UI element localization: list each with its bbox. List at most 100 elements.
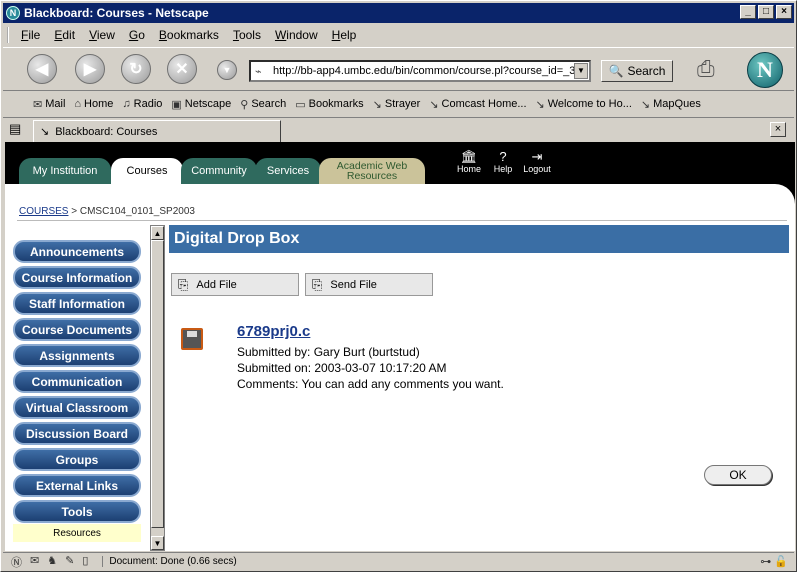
url-field[interactable]: ⌁ http://bb-app4.umbc.edu/bin/common/cou…	[249, 60, 591, 82]
composer-icon[interactable]: ✎	[65, 554, 74, 570]
connection-lock-icon: ⊶ 🔓	[760, 556, 788, 568]
comments: Comments: You can add any comments you w…	[237, 377, 504, 391]
personal-item-search[interactable]: ⚲ Search	[240, 98, 286, 111]
frame-scrollbar[interactable]: ▲ ▼	[150, 225, 165, 551]
netscape-icon: N	[6, 6, 20, 20]
personal-item-mapquest[interactable]: ↘ MapQues	[641, 98, 701, 111]
tab-services[interactable]: Services	[255, 158, 321, 184]
bookmark-icon: ↘	[640, 98, 651, 111]
bookmark-icon: ↘	[40, 126, 50, 138]
personal-toolbar: ✉ Mail ⌂ Home ♫ Radio ▣ Netscape ⚲ Search ▭ Bo…	[3, 93, 794, 115]
my-netscape-icon: ▣	[171, 98, 182, 111]
page-icon: ⌁	[255, 66, 262, 78]
sidebar-item-tools[interactable]: Tools	[13, 500, 141, 523]
navigation-toolbar: ◀ ▶ ↻ ✕ ▼ ⌁ http://bb-app4.umbc.edu/bin/…	[3, 47, 794, 91]
sidebar-item-staff-information[interactable]: Staff Information	[13, 292, 141, 315]
aim-icon[interactable]: ♞	[47, 554, 57, 570]
submitted-by: Submitted by: Gary Burt (burtstud)	[237, 345, 420, 359]
floppy-disk-icon	[181, 328, 203, 350]
browser-window: N Blackboard: Courses - Netscape _ □ × F…	[0, 0, 797, 572]
main-frame: Digital Drop Box ⎘ Add File ⎘ Send File …	[169, 225, 789, 551]
sidebar-item-groups[interactable]: Groups	[13, 448, 141, 471]
menu-bar: File Edit View Go Bookmarks Tools Window…	[3, 25, 794, 45]
stop-button[interactable]: ✕	[167, 54, 197, 84]
blackboard-header: My Institution Courses Community Service…	[5, 142, 795, 184]
address-book-icon[interactable]: ▯	[82, 554, 88, 570]
personal-item-bookmarks[interactable]: ▭ Bookmarks	[295, 98, 363, 111]
logout-link[interactable]: ⇥ Logout	[523, 150, 551, 175]
history-dropdown-button[interactable]: ▼	[217, 60, 237, 80]
scroll-thumb[interactable]	[151, 240, 164, 528]
personal-item-netscape[interactable]: ▣ Netscape	[171, 98, 231, 111]
institution-icon: 🏛	[460, 149, 478, 164]
menu-edit[interactable]: Edit	[54, 28, 75, 42]
personal-item-mail[interactable]: ✉ Mail	[33, 98, 65, 111]
menu-go[interactable]: Go	[129, 28, 145, 42]
breadcrumb-courses-link[interactable]: COURSES	[19, 206, 68, 217]
help-link[interactable]: ? Help	[489, 150, 517, 175]
netscape-logo[interactable]: N	[747, 52, 783, 88]
bookmark-icon: ↘	[372, 98, 382, 111]
menu-help[interactable]: Help	[332, 28, 357, 42]
breadcrumb-current: > CMSC104_0101_SP2003	[71, 206, 195, 217]
page-title: Digital Drop Box	[169, 225, 789, 253]
scroll-up-icon[interactable]: ▲	[151, 226, 164, 240]
sidebar-item-communication[interactable]: Communication	[13, 370, 141, 393]
sidebar-item-announcements[interactable]: Announcements	[13, 240, 141, 263]
minimize-button[interactable]: _	[740, 5, 756, 19]
sidebar-item-external-links[interactable]: External Links	[13, 474, 141, 497]
bookmark-icon: ↘	[429, 98, 439, 111]
menu-tools[interactable]: Tools	[233, 28, 261, 42]
tab-my-institution[interactable]: My Institution	[19, 158, 111, 184]
ok-button[interactable]: OK	[704, 465, 772, 485]
bookmark-icon: ↘	[535, 98, 545, 111]
back-arrow-icon: ◀	[35, 61, 49, 78]
menu-view[interactable]: View	[89, 28, 115, 42]
personal-item-welcome[interactable]: ↘ Welcome to Ho...	[536, 98, 632, 111]
sidebar-item-course-documents[interactable]: Course Documents	[13, 318, 141, 341]
mail-icon[interactable]: ✉	[30, 554, 39, 570]
tab-academic-web-resources[interactable]: Academic Web Resources	[319, 158, 425, 184]
toolbar-grip[interactable]	[7, 27, 17, 43]
close-button[interactable]: ×	[776, 5, 792, 19]
tab-courses[interactable]: Courses	[111, 158, 183, 184]
add-file-label: Add File	[196, 278, 237, 291]
send-file-button[interactable]: ⎘ Send File	[305, 273, 433, 296]
page-content: My Institution Courses Community Service…	[5, 142, 795, 551]
sidebar-item-discussion-board[interactable]: Discussion Board	[13, 422, 141, 445]
file-link[interactable]: 6789prj0.c	[237, 323, 310, 340]
back-button[interactable]: ◀	[27, 54, 57, 84]
reload-button[interactable]: ↻	[121, 54, 151, 84]
add-file-button[interactable]: ⎘ Add File	[171, 273, 299, 296]
menu-file[interactable]: File	[21, 28, 40, 42]
chevron-down-icon: ▼	[222, 65, 232, 75]
print-icon[interactable]: ⎙	[697, 56, 731, 84]
close-tab-button[interactable]: ×	[770, 122, 786, 137]
folder-icon: ▭	[295, 98, 306, 111]
sidebar-item-course-information[interactable]: Course Information	[13, 266, 141, 289]
personal-item-strayer[interactable]: ↘ Strayer	[373, 98, 421, 111]
url-dropdown-icon[interactable]: ▼	[574, 63, 588, 79]
search-button-label: Search	[627, 64, 666, 78]
maximize-button[interactable]: □	[758, 5, 774, 19]
send-file-icon: ⎘	[312, 276, 323, 292]
netscape-icon[interactable]: Ⓝ	[11, 554, 22, 570]
personal-item-radio[interactable]: ♫ Radio	[122, 98, 162, 110]
add-file-icon: ⎘	[178, 276, 189, 292]
personal-item-home[interactable]: ⌂ Home	[74, 98, 113, 110]
home-link[interactable]: 🏛 Home	[455, 149, 483, 175]
sidebar-item-resources[interactable]: Resources	[13, 524, 141, 542]
scroll-down-icon[interactable]: ▼	[151, 536, 164, 550]
forward-button[interactable]: ▶	[75, 54, 105, 84]
sidebar-item-virtual-classroom[interactable]: Virtual Classroom	[13, 396, 141, 419]
search-button[interactable]: 🔍 Search	[601, 60, 673, 82]
sidebar-item-assignments[interactable]: Assignments	[13, 344, 141, 367]
personal-item-comcast[interactable]: ↘ Comcast Home...	[429, 98, 526, 111]
tab-community[interactable]: Community	[181, 158, 257, 184]
menu-bookmarks[interactable]: Bookmarks	[159, 28, 219, 42]
new-tab-icon[interactable]: ▤	[9, 121, 21, 137]
submitted-on: Submitted on: 2003-03-07 10:17:20 AM	[237, 361, 447, 375]
search-icon: ⚲	[240, 98, 249, 111]
menu-window[interactable]: Window	[275, 28, 318, 42]
tab-blackboard-courses[interactable]: ↘ Blackboard: Courses	[33, 120, 281, 142]
